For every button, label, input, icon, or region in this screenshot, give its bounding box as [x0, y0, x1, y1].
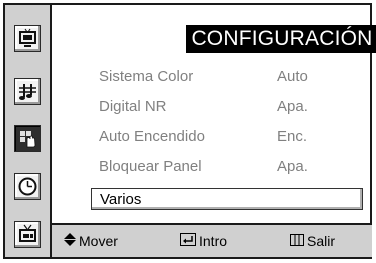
menu-item-value: Auto: [277, 68, 308, 85]
menu-item-digital-nr[interactable]: Digital NR Apa.: [99, 97, 359, 119]
clock-icon[interactable]: [14, 173, 41, 200]
hint-exit: Salir: [290, 233, 335, 249]
menu-item-value: Apa.: [277, 98, 308, 115]
category-sidebar: [5, 5, 52, 257]
hint-exit-label: Salir: [307, 233, 336, 249]
channel-tv-icon[interactable]: [14, 221, 41, 248]
menu-title: CONFIGURACIÓN: [186, 25, 376, 53]
menu-item-label: Varios: [100, 191, 142, 208]
menu-item-varios-selected[interactable]: Varios: [91, 188, 363, 210]
menu-item-value: Enc.: [277, 128, 308, 145]
updown-arrow-icon: [64, 233, 76, 246]
setup-hand-icon[interactable]: [14, 125, 41, 152]
menu-item-label: Sistema Color: [99, 68, 194, 85]
hint-enter-label: Intro: [199, 233, 228, 249]
menu-item-sistema-color[interactable]: Sistema Color Auto: [99, 67, 359, 89]
osd-menu: CONFIGURACIÓN Sistema Color Auto Digital…: [0, 0, 376, 263]
hint-enter: Intro: [180, 233, 227, 249]
enter-icon: [180, 233, 196, 246]
menu-item-label: Bloquear Panel: [99, 158, 202, 175]
tv-picture-icon[interactable]: [14, 25, 41, 52]
menu-item-auto-encendido[interactable]: Auto Encendido Enc.: [99, 127, 359, 149]
sound-note-icon[interactable]: [14, 78, 41, 105]
menu-item-label: Auto Encendido: [99, 128, 205, 145]
menu-item-label: Digital NR: [99, 98, 167, 115]
menu-item-value: Apa.: [277, 158, 308, 175]
menu-exit-icon: [290, 234, 304, 246]
hint-move-label: Mover: [79, 233, 118, 249]
menu-item-bloquear-panel[interactable]: Bloquear Panel Apa.: [99, 157, 359, 179]
hint-move: Mover: [64, 233, 118, 249]
menu-frame: CONFIGURACIÓN Sistema Color Auto Digital…: [3, 3, 376, 259]
navigation-hints: Mover Intro Salir: [52, 223, 372, 257]
